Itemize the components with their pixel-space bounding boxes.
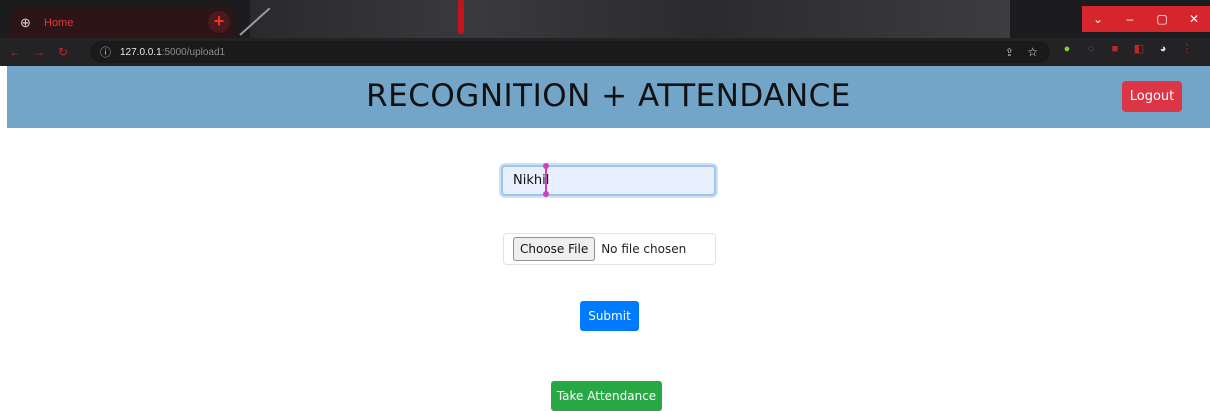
extension-icon[interactable]: ◧: [1132, 42, 1146, 55]
close-window-button[interactable]: ✕: [1178, 6, 1210, 32]
new-tab-button[interactable]: +: [208, 11, 230, 33]
tab-title: Home: [44, 17, 74, 29]
choose-file-button[interactable]: Choose File: [513, 237, 596, 261]
globe-icon: ⊕: [20, 15, 31, 30]
info-icon[interactable]: ⓘ: [100, 44, 114, 60]
back-icon[interactable]: ←: [6, 45, 24, 59]
menu-icon[interactable]: ⋮: [1180, 42, 1194, 55]
logout-button[interactable]: Logout: [1122, 81, 1182, 112]
background-decoration: [458, 0, 464, 34]
reload-icon[interactable]: ↻: [54, 45, 72, 59]
extensions-area: ● ○ ■ ◧ ◕ ⋮: [1060, 42, 1194, 56]
forward-icon[interactable]: →: [30, 45, 48, 59]
tab-search-button[interactable]: ⌄: [1082, 6, 1114, 32]
url-bar[interactable]: ⓘ 127.0.0.1 :5000/upload1 ⇪ ☆: [90, 41, 1050, 63]
text-cursor: [543, 163, 549, 197]
submit-button[interactable]: Submit: [580, 301, 639, 331]
address-bar-row: ← → ↻ ⓘ 127.0.0.1 :5000/upload1 ⇪ ☆ ● ○ …: [0, 38, 1210, 66]
window-controls: ⌄ – ▢ ✕: [1082, 6, 1210, 32]
star-icon[interactable]: ☆: [1027, 45, 1038, 59]
file-input[interactable]: Choose File No file chosen: [503, 233, 716, 265]
extension-icon[interactable]: ○: [1084, 43, 1098, 55]
page-header: RECOGNITION + ATTENDANCE Logout: [7, 66, 1210, 128]
url-path: :5000/upload1: [161, 46, 226, 58]
share-icon[interactable]: ⇪: [1005, 46, 1014, 59]
name-input[interactable]: [501, 165, 716, 196]
extension-icon[interactable]: ■: [1108, 43, 1122, 55]
maximize-button[interactable]: ▢: [1146, 6, 1178, 32]
tabstrip-background: [250, 0, 1010, 38]
page-title: RECOGNITION + ATTENDANCE: [366, 78, 851, 114]
file-status-text: No file chosen: [601, 242, 687, 256]
profile-avatar-icon[interactable]: ◕: [1156, 43, 1170, 55]
extension-icon[interactable]: ●: [1060, 43, 1074, 55]
url-host: 127.0.0.1: [120, 46, 162, 58]
minimize-button[interactable]: –: [1114, 6, 1146, 32]
browser-tab-strip: ⊕ Home × + ⌄ – ▢ ✕: [0, 0, 1210, 38]
browser-tab-home[interactable]: ⊕ Home ×: [12, 8, 236, 38]
